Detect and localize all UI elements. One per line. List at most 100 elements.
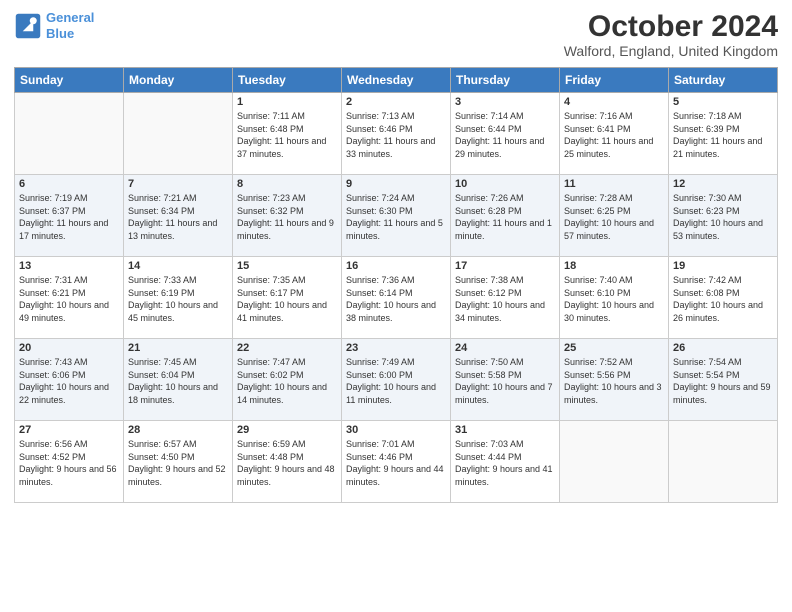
day-number: 18	[564, 260, 664, 272]
calendar-cell: 30 Sunrise: 7:01 AM Sunset: 4:46 PM Dayli…	[342, 421, 451, 503]
calendar-cell: 2 Sunrise: 7:13 AM Sunset: 6:46 PM Daylig…	[342, 93, 451, 175]
calendar-cell: 11 Sunrise: 7:28 AM Sunset: 6:25 PM Dayli…	[560, 175, 669, 257]
day-info: Sunrise: 6:56 AM Sunset: 4:52 PM Dayligh…	[19, 438, 119, 488]
calendar-cell: 21 Sunrise: 7:45 AM Sunset: 6:04 PM Dayli…	[124, 339, 233, 421]
calendar-cell: 3Sunrise: 7:14 AM Sunset: 6:44 PM Daylig…	[451, 93, 560, 175]
day-info: Sunrise: 7:45 AM Sunset: 6:04 PM Dayligh…	[128, 356, 228, 406]
calendar-cell: 1Sunrise: 7:11 AM Sunset: 6:48 PM Daylig…	[233, 93, 342, 175]
day-number: 1	[237, 96, 337, 108]
day-info: Sunrise: 7:31 AM Sunset: 6:21 PM Dayligh…	[19, 274, 119, 324]
day-info: Sunrise: 7:24 AM Sunset: 6:30 PM Dayligh…	[346, 192, 446, 242]
day-number: 24	[455, 342, 555, 354]
day-number: 17	[455, 260, 555, 272]
day-info: Sunrise: 7:19 AM Sunset: 6:37 PM Dayligh…	[19, 192, 119, 242]
day-number: 27	[19, 424, 119, 436]
day-info: Sunrise: 7:52 AM Sunset: 5:56 PM Dayligh…	[564, 356, 664, 406]
calendar-header-friday: Friday	[560, 68, 669, 93]
day-info: Sunrise: 6:59 AM Sunset: 4:48 PM Dayligh…	[237, 438, 337, 488]
day-number: 13	[19, 260, 119, 272]
calendar-week-row: 6 Sunrise: 7:19 AM Sunset: 6:37 PM Daylig…	[15, 175, 778, 257]
calendar-header-tuesday: Tuesday	[233, 68, 342, 93]
calendar-cell: 10Sunrise: 7:26 AM Sunset: 6:28 PM Dayli…	[451, 175, 560, 257]
day-info: Sunrise: 7:43 AM Sunset: 6:06 PM Dayligh…	[19, 356, 119, 406]
day-info: Sunrise: 7:54 AM Sunset: 5:54 PM Dayligh…	[673, 356, 773, 406]
day-number: 9	[346, 178, 446, 190]
day-info: Sunrise: 7:47 AM Sunset: 6:02 PM Dayligh…	[237, 356, 337, 406]
day-number: 26	[673, 342, 773, 354]
day-info: Sunrise: 6:57 AM Sunset: 4:50 PM Dayligh…	[128, 438, 228, 488]
calendar-cell	[560, 421, 669, 503]
day-number: 6	[19, 178, 119, 190]
calendar-cell: 20Sunrise: 7:43 AM Sunset: 6:06 PM Dayli…	[15, 339, 124, 421]
day-info: Sunrise: 7:13 AM Sunset: 6:46 PM Dayligh…	[346, 110, 446, 160]
calendar-cell: 23Sunrise: 7:49 AM Sunset: 6:00 PM Dayli…	[342, 339, 451, 421]
calendar-header-saturday: Saturday	[669, 68, 778, 93]
day-info: Sunrise: 7:33 AM Sunset: 6:19 PM Dayligh…	[128, 274, 228, 324]
day-number: 11	[564, 178, 664, 190]
calendar-week-row: 20Sunrise: 7:43 AM Sunset: 6:06 PM Dayli…	[15, 339, 778, 421]
calendar-header-monday: Monday	[124, 68, 233, 93]
day-number: 22	[237, 342, 337, 354]
day-number: 25	[564, 342, 664, 354]
logo-text: General Blue	[46, 10, 94, 41]
calendar-cell: 15Sunrise: 7:35 AM Sunset: 6:17 PM Dayli…	[233, 257, 342, 339]
calendar-header-thursday: Thursday	[451, 68, 560, 93]
day-info: Sunrise: 7:28 AM Sunset: 6:25 PM Dayligh…	[564, 192, 664, 242]
calendar-cell: 28Sunrise: 6:57 AM Sunset: 4:50 PM Dayli…	[124, 421, 233, 503]
page: General Blue October 2024 Walford, Engla…	[0, 0, 792, 612]
logo-line1: General	[46, 10, 94, 25]
calendar-week-row: 1Sunrise: 7:11 AM Sunset: 6:48 PM Daylig…	[15, 93, 778, 175]
calendar-cell: 25 Sunrise: 7:52 AM Sunset: 5:56 PM Dayli…	[560, 339, 669, 421]
day-number: 4	[564, 96, 664, 108]
subtitle: Walford, England, United Kingdom	[564, 43, 778, 59]
calendar-cell	[669, 421, 778, 503]
day-info: Sunrise: 7:36 AM Sunset: 6:14 PM Dayligh…	[346, 274, 446, 324]
header: General Blue October 2024 Walford, Engla…	[14, 10, 778, 59]
day-info: Sunrise: 7:49 AM Sunset: 6:00 PM Dayligh…	[346, 356, 446, 406]
calendar-cell: 9 Sunrise: 7:24 AM Sunset: 6:30 PM Daylig…	[342, 175, 451, 257]
logo-icon	[14, 12, 42, 40]
day-info: Sunrise: 7:21 AM Sunset: 6:34 PM Dayligh…	[128, 192, 228, 242]
calendar-table: SundayMondayTuesdayWednesdayThursdayFrid…	[14, 67, 778, 503]
main-title: October 2024	[564, 10, 778, 43]
day-info: Sunrise: 7:14 AM Sunset: 6:44 PM Dayligh…	[455, 110, 555, 160]
day-info: Sunrise: 7:40 AM Sunset: 6:10 PM Dayligh…	[564, 274, 664, 324]
day-number: 29	[237, 424, 337, 436]
day-number: 2	[346, 96, 446, 108]
day-info: Sunrise: 7:01 AM Sunset: 4:46 PM Dayligh…	[346, 438, 446, 488]
calendar-cell: 18 Sunrise: 7:40 AM Sunset: 6:10 PM Dayli…	[560, 257, 669, 339]
day-number: 7	[128, 178, 228, 190]
calendar-cell: 31Sunrise: 7:03 AM Sunset: 4:44 PM Dayli…	[451, 421, 560, 503]
day-number: 16	[346, 260, 446, 272]
calendar-cell: 17 Sunrise: 7:38 AM Sunset: 6:12 PM Dayli…	[451, 257, 560, 339]
day-number: 19	[673, 260, 773, 272]
calendar-cell: 22 Sunrise: 7:47 AM Sunset: 6:02 PM Dayli…	[233, 339, 342, 421]
calendar-cell: 12 Sunrise: 7:30 AM Sunset: 6:23 PM Dayli…	[669, 175, 778, 257]
logo-line2: Blue	[46, 26, 74, 41]
calendar-cell: 16 Sunrise: 7:36 AM Sunset: 6:14 PM Dayli…	[342, 257, 451, 339]
day-info: Sunrise: 7:23 AM Sunset: 6:32 PM Dayligh…	[237, 192, 337, 242]
calendar-header-wednesday: Wednesday	[342, 68, 451, 93]
day-number: 15	[237, 260, 337, 272]
calendar-week-row: 13 Sunrise: 7:31 AM Sunset: 6:21 PM Dayli…	[15, 257, 778, 339]
day-info: Sunrise: 7:30 AM Sunset: 6:23 PM Dayligh…	[673, 192, 773, 242]
calendar-cell: 7 Sunrise: 7:21 AM Sunset: 6:34 PM Daylig…	[124, 175, 233, 257]
day-number: 5	[673, 96, 773, 108]
day-number: 30	[346, 424, 446, 436]
calendar-cell	[15, 93, 124, 175]
day-info: Sunrise: 7:42 AM Sunset: 6:08 PM Dayligh…	[673, 274, 773, 324]
day-info: Sunrise: 7:26 AM Sunset: 6:28 PM Dayligh…	[455, 192, 555, 242]
day-info: Sunrise: 7:38 AM Sunset: 6:12 PM Dayligh…	[455, 274, 555, 324]
day-number: 12	[673, 178, 773, 190]
day-info: Sunrise: 7:16 AM Sunset: 6:41 PM Dayligh…	[564, 110, 664, 160]
calendar-cell: 5Sunrise: 7:18 AM Sunset: 6:39 PM Daylig…	[669, 93, 778, 175]
calendar-cell: 24 Sunrise: 7:50 AM Sunset: 5:58 PM Dayli…	[451, 339, 560, 421]
day-number: 21	[128, 342, 228, 354]
day-info: Sunrise: 7:50 AM Sunset: 5:58 PM Dayligh…	[455, 356, 555, 406]
logo: General Blue	[14, 10, 94, 41]
calendar-header-sunday: Sunday	[15, 68, 124, 93]
calendar-cell: 29 Sunrise: 6:59 AM Sunset: 4:48 PM Dayli…	[233, 421, 342, 503]
calendar-cell: 13 Sunrise: 7:31 AM Sunset: 6:21 PM Dayli…	[15, 257, 124, 339]
calendar-cell: 27 Sunrise: 6:56 AM Sunset: 4:52 PM Dayli…	[15, 421, 124, 503]
calendar-cell: 19 Sunrise: 7:42 AM Sunset: 6:08 PM Dayli…	[669, 257, 778, 339]
